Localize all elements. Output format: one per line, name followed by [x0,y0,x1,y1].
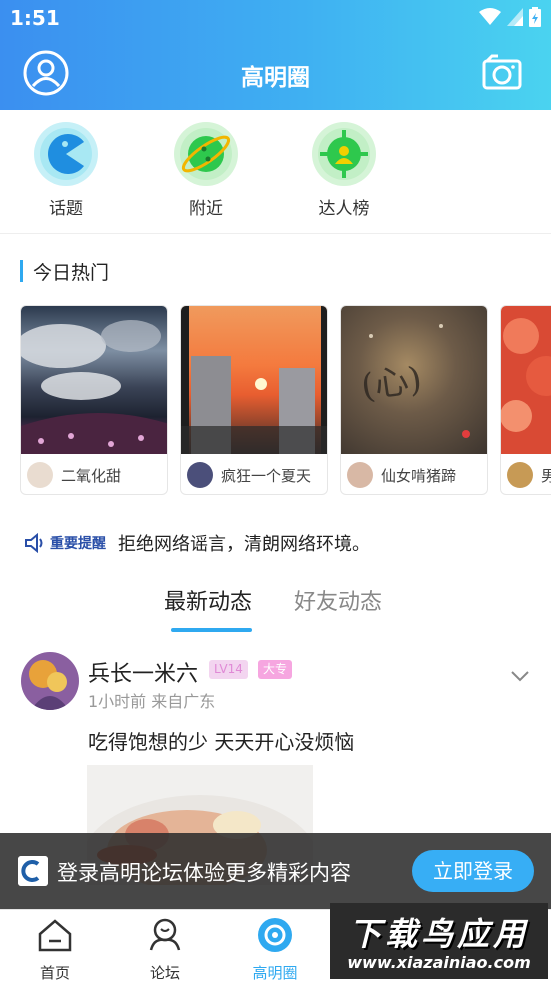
quick-entry-label: 话题 [49,199,83,219]
hot-card-image [21,306,167,454]
hot-card-footer: 男 [501,454,551,494]
nav-item-home[interactable]: 首页 [10,916,100,981]
nav-label: 论坛 [149,964,180,981]
post-text: 吃得饱想的少 天天开心没烦恼 [88,730,355,754]
battery-icon [529,7,541,27]
avatar [347,462,373,488]
target-person-icon [312,122,376,186]
page-title: 高明圈 [241,65,310,91]
chevron-down-icon[interactable] [509,668,531,684]
nav-item-circle[interactable]: 高明圈 [230,916,320,981]
hot-card[interactable]: 二氧化甜 [20,305,168,495]
hot-cards: 二氧化甜 疯狂一个夏天 (心) 仙女啃猪蹄 [20,305,551,497]
hot-card[interactable]: 疯狂一个夏天 [180,305,328,495]
tab-active-indicator [171,628,252,632]
feed-tabs: 最新动态 好友动态 [0,584,551,634]
quick-entry-ranking[interactable]: 达人榜 [299,122,389,219]
level-badge: LV14 [209,660,248,679]
avatar [507,462,533,488]
tab-latest[interactable]: 最新动态 [164,584,252,616]
planet-nearby-icon [174,122,238,186]
hot-card[interactable]: (心) 仙女啃猪蹄 [340,305,488,495]
status-icons [479,7,541,27]
post-author[interactable]: 兵长一米六 [88,656,198,688]
hot-card-footer: 二氧化甜 [21,454,167,494]
hot-card-image: (心) [341,306,487,454]
forum-logo-icon [18,856,48,886]
tab-friends[interactable]: 好友动态 [294,584,382,616]
status-time: 1:51 [10,6,60,30]
circle-icon [258,918,292,952]
notice-tag: 重要提醒 [50,536,106,552]
quick-entries: 话题 附近 达人榜 [0,110,551,234]
hot-card-username: 男 [541,465,551,486]
speaker-icon [25,533,43,553]
hot-card-username: 二氧化甜 [61,466,122,485]
feed-post[interactable]: 兵长一米六 LV14 大专 1小时前 来自广东 吃得饱想的少 天天开心没烦恼 [0,650,551,885]
nav-item-forum[interactable]: 论坛 [120,916,210,981]
avatar [187,462,213,488]
login-prompt-text: 登录高明论坛体验更多精彩内容 [57,861,351,885]
status-bar: 1:51 [0,0,551,36]
quick-entry-topic[interactable]: 话题 [21,122,111,219]
svg-text:(心): (心) [359,359,425,407]
quick-entry-label: 附近 [189,199,223,219]
hot-card-image [181,306,327,454]
login-banner: 登录高明论坛体验更多精彩内容 立即登录 [0,833,551,909]
avatar[interactable] [21,652,79,710]
hot-card-footer: 仙女啃猪蹄 [341,454,487,494]
watermark-title: 下载鸟应用 [348,915,529,953]
camera-icon[interactable] [481,52,523,94]
hot-card-image [501,306,551,454]
hot-section-title: 今日热门 [33,261,110,284]
title-bar: 高明圈 [0,36,551,110]
notice-text: 拒绝网络谣言，清朗网络环境。 [118,534,370,555]
watermark-url: www.xiazainiao.com [347,953,531,972]
hot-section-header: 今日热门 [20,259,110,284]
section-accent-bar [20,260,23,282]
hot-card[interactable]: 男 [500,305,551,495]
post-meta: 1小时前 来自广东 [88,692,216,711]
app-header: 1:51 高明圈 [0,0,551,110]
hot-card-username: 仙女啃猪蹄 [381,466,457,485]
avatar [27,462,53,488]
quick-entry-label: 达人榜 [318,199,370,219]
nav-label: 高明圈 [252,964,298,981]
home-icon [38,919,72,952]
watermark: 下载鸟应用 www.xiazainiao.com [330,903,548,979]
notice-bar[interactable]: 重要提醒 拒绝网络谣言，清朗网络环境。 [24,530,370,556]
forum-icon [149,918,181,951]
signal-icon [507,8,523,26]
nav-label: 首页 [39,964,70,981]
wifi-icon [479,8,501,25]
quick-entry-nearby[interactable]: 附近 [161,122,251,219]
login-button[interactable]: 立即登录 [412,850,534,892]
hot-card-footer: 疯狂一个夏天 [181,454,327,494]
education-badge: 大专 [258,660,293,679]
hot-card-username: 疯狂一个夏天 [221,466,312,485]
pacman-topic-icon [34,122,98,186]
